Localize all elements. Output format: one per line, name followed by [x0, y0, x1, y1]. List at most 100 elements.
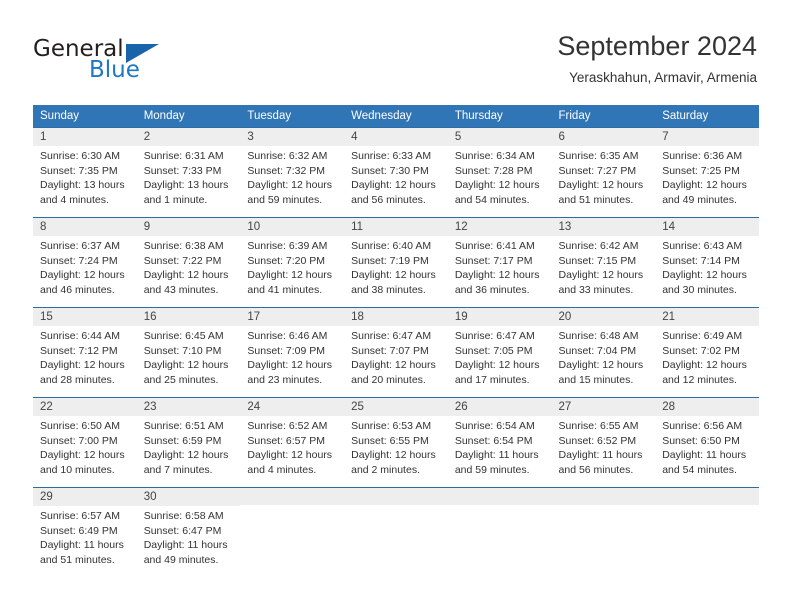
day-cell[interactable]: 24 Sunrise: 6:52 AM Sunset: 6:57 PM Dayligh… — [240, 397, 345, 487]
day-cell[interactable]: 8 Sunrise: 6:37 AM Sunset: 7:24 PM Daylight… — [33, 217, 137, 307]
daylight-text-line2: and 17 minutes. — [454, 373, 530, 386]
daylight-text-line2: and 36 minutes. — [454, 283, 530, 296]
sunrise-text: Sunrise: 6:42 AM — [558, 240, 639, 252]
day-cell[interactable]: 27 Sunrise: 6:55 AM Sunset: 6:52 PM Dayligh… — [551, 397, 656, 487]
sunset-text: Sunset: 7:25 PM — [662, 164, 740, 177]
sunrise-text: Sunrise: 6:33 AM — [351, 150, 432, 162]
day-cell[interactable]: 11 Sunrise: 6:40 AM Sunset: 7:19 PM Dayligh… — [344, 217, 448, 307]
day-cell[interactable]: 28 Sunrise: 6:56 AM Sunset: 6:50 PM Dayligh… — [655, 397, 759, 487]
sunset-text: Sunset: 7:05 PM — [454, 344, 533, 357]
sunset-text: Sunset: 7:33 PM — [143, 164, 222, 177]
sunrise-text: Sunrise: 6:50 AM — [40, 420, 120, 432]
day-cell[interactable]: 6 Sunrise: 6:35 AM Sunset: 7:27 PM Daylight… — [551, 127, 656, 217]
day-info: Sunrise: 6:53 AM Sunset: 6:55 PM Daylight:… — [350, 416, 442, 477]
daylight-text-line1: Daylight: 12 hours — [40, 449, 125, 462]
day-cell[interactable]: 9 Sunrise: 6:38 AM Sunset: 7:22 PM Daylight… — [136, 217, 241, 307]
sunset-text: Sunset: 6:57 PM — [247, 434, 326, 447]
day-cell[interactable]: 30 Sunrise: 6:58 AM Sunset: 6:47 PM Dayligh… — [136, 487, 241, 577]
day-cell[interactable]: 20 Sunrise: 6:48 AM Sunset: 7:04 PM Dayligh… — [551, 307, 656, 397]
day-cell[interactable]: 12 Sunrise: 6:41 AM Sunset: 7:17 PM Dayligh… — [447, 217, 552, 307]
sunset-text: Sunset: 7:14 PM — [662, 254, 740, 267]
daylight-text-line2: and 54 minutes. — [662, 463, 737, 476]
sunrise-text: Sunrise: 6:38 AM — [143, 240, 224, 252]
calendar-week-row: 8 Sunrise: 6:37 AM Sunset: 7:24 PM Daylight… — [33, 217, 759, 307]
day-cell[interactable]: 22 Sunrise: 6:50 AM Sunset: 7:00 PM Dayligh… — [33, 397, 137, 487]
day-cell[interactable]: 17 Sunrise: 6:46 AM Sunset: 7:09 PM Dayligh… — [240, 307, 345, 397]
sunrise-text: Sunrise: 6:34 AM — [454, 150, 535, 162]
sunset-text: Sunset: 7:35 PM — [40, 164, 118, 177]
brand-name-blue: Blue — [89, 57, 140, 83]
daylight-text-line1: Daylight: 13 hours — [40, 179, 125, 192]
day-cell[interactable]: 15 Sunrise: 6:44 AM Sunset: 7:12 PM Dayligh… — [33, 307, 137, 397]
day-cell[interactable]: 2 Sunrise: 6:31 AM Sunset: 7:33 PM Daylight… — [136, 127, 241, 217]
day-cell[interactable]: 26 Sunrise: 6:54 AM Sunset: 6:54 PM Dayligh… — [447, 397, 552, 487]
page-subtitle: Yeraskhahun, Armavir, Armenia — [569, 70, 757, 85]
calendar-week-row: 15 Sunrise: 6:44 AM Sunset: 7:12 PM Dayligh… — [33, 307, 759, 397]
day-number: 27 — [558, 401, 572, 413]
page-header: General Blue September 2024 Yeraskhahun,… — [0, 0, 792, 100]
day-info: Sunrise: 6:35 AM Sunset: 7:27 PM Daylight:… — [558, 146, 650, 207]
day-cell[interactable]: 10 Sunrise: 6:39 AM Sunset: 7:20 PM Dayligh… — [240, 217, 345, 307]
page-title: September 2024 — [557, 31, 757, 61]
day-number: 17 — [247, 311, 261, 323]
day-number: 13 — [558, 221, 572, 233]
day-info: Sunrise: 6:39 AM Sunset: 7:20 PM Daylight:… — [246, 236, 338, 297]
weekday-header-monday: Monday — [136, 105, 241, 127]
sunset-text: Sunset: 7:19 PM — [351, 254, 429, 267]
day-number: 23 — [143, 401, 157, 413]
day-cell[interactable]: 25 Sunrise: 6:53 AM Sunset: 6:55 PM Dayligh… — [344, 397, 448, 487]
daylight-text-line2: and 15 minutes. — [558, 373, 634, 386]
sunset-text: Sunset: 6:54 PM — [454, 434, 533, 447]
day-cell[interactable]: 13 Sunrise: 6:42 AM Sunset: 7:15 PM Dayligh… — [551, 217, 656, 307]
daylight-text-line2: and 46 minutes. — [40, 283, 115, 296]
daylight-text-line1: Daylight: 12 hours — [662, 269, 747, 282]
sunrise-text: Sunrise: 6:32 AM — [247, 150, 328, 162]
calendar-week-row: 22 Sunrise: 6:50 AM Sunset: 7:00 PM Dayligh… — [33, 397, 759, 487]
day-cell[interactable]: 3 Sunrise: 6:32 AM Sunset: 7:32 PM Daylight… — [240, 127, 345, 217]
day-cell[interactable]: 1 Sunrise: 6:30 AM Sunset: 7:35 PM Daylight… — [33, 127, 137, 217]
daylight-text-line2: and 38 minutes. — [351, 283, 426, 296]
general-blue-logo: General Blue — [33, 36, 253, 86]
day-number: 29 — [40, 491, 53, 503]
day-info: Sunrise: 6:42 AM Sunset: 7:15 PM Daylight:… — [558, 236, 650, 297]
day-cell[interactable]: 29 Sunrise: 6:57 AM Sunset: 6:49 PM Dayligh… — [33, 487, 137, 577]
day-info: Sunrise: 6:58 AM Sunset: 6:47 PM Daylight:… — [143, 506, 235, 567]
sunrise-text: Sunrise: 6:37 AM — [40, 240, 120, 252]
day-cell[interactable]: 5 Sunrise: 6:34 AM Sunset: 7:28 PM Daylight… — [447, 127, 552, 217]
daylight-text-line1: Daylight: 11 hours — [454, 449, 539, 462]
day-number: 2 — [143, 131, 151, 143]
day-cell[interactable]: 14 Sunrise: 6:43 AM Sunset: 7:14 PM Dayligh… — [655, 217, 759, 307]
day-cell[interactable]: 4 Sunrise: 6:33 AM Sunset: 7:30 PM Daylight… — [344, 127, 448, 217]
day-number: 30 — [143, 491, 157, 503]
day-cell[interactable]: 18 Sunrise: 6:47 AM Sunset: 7:07 PM Dayligh… — [344, 307, 448, 397]
sunrise-text: Sunrise: 6:30 AM — [40, 150, 120, 162]
daylight-text-line1: Daylight: 11 hours — [662, 449, 747, 462]
day-number: 11 — [351, 221, 364, 233]
day-cell[interactable]: 7 Sunrise: 6:36 AM Sunset: 7:25 PM Daylight… — [655, 127, 759, 217]
sunrise-text: Sunrise: 6:48 AM — [558, 330, 639, 342]
calendar-page: General Blue September 2024 Yeraskhahun,… — [0, 0, 792, 612]
daylight-text-line2: and 49 minutes. — [143, 553, 219, 566]
sunrise-text: Sunrise: 6:44 AM — [40, 330, 120, 342]
daylight-text-line2: and 41 minutes. — [247, 283, 323, 296]
daylight-text-line2: and 30 minutes. — [662, 283, 737, 296]
daylight-text-line1: Daylight: 11 hours — [40, 539, 124, 552]
sunrise-text: Sunrise: 6:57 AM — [40, 510, 120, 522]
sunset-text: Sunset: 7:22 PM — [143, 254, 222, 267]
day-cell[interactable]: 16 Sunrise: 6:45 AM Sunset: 7:10 PM Dayligh… — [136, 307, 241, 397]
daylight-text-line1: Daylight: 12 hours — [558, 359, 644, 372]
daylight-text-line1: Daylight: 12 hours — [247, 359, 333, 372]
sunrise-text: Sunrise: 6:35 AM — [558, 150, 639, 162]
sunset-text: Sunset: 6:55 PM — [351, 434, 429, 447]
daylight-text-line2: and 59 minutes. — [454, 463, 530, 476]
daylight-text-line1: Daylight: 12 hours — [143, 269, 229, 282]
day-cell[interactable]: 19 Sunrise: 6:47 AM Sunset: 7:05 PM Dayligh… — [447, 307, 552, 397]
day-cell[interactable]: 23 Sunrise: 6:51 AM Sunset: 6:59 PM Dayligh… — [136, 397, 241, 487]
daylight-text-line1: Daylight: 13 hours — [143, 179, 229, 192]
day-cell[interactable]: 21 Sunrise: 6:49 AM Sunset: 7:02 PM Dayligh… — [655, 307, 759, 397]
day-number: 25 — [351, 401, 364, 413]
day-info: Sunrise: 6:41 AM Sunset: 7:17 PM Daylight:… — [454, 236, 546, 297]
day-info: Sunrise: 6:32 AM Sunset: 7:32 PM Daylight:… — [246, 146, 338, 207]
calendar-header-row: Sunday Monday Tuesday Wednesday Thursday… — [33, 105, 759, 127]
day-number: 16 — [143, 311, 157, 323]
